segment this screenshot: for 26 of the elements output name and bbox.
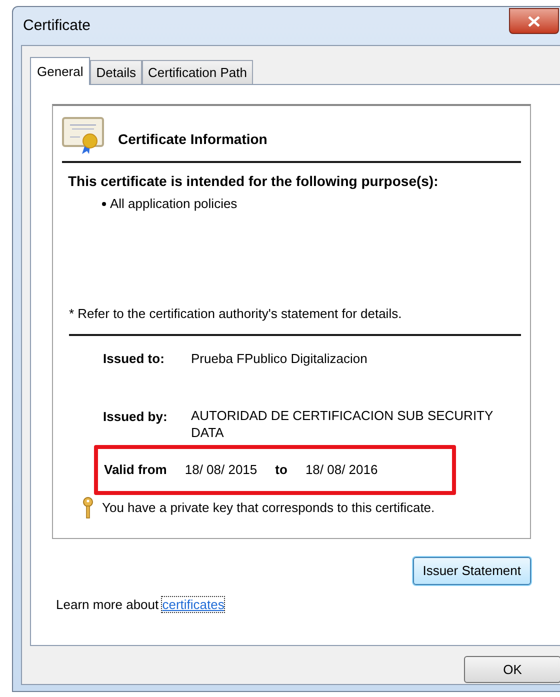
bullet-icon [102, 202, 106, 206]
tab[interactable]: General [30, 57, 90, 85]
valid-to-date: 18/ 08/ 2016 [305, 460, 378, 479]
issued-by-value: AUTORIDAD DE CERTIFICACION SUB SECURITY DATA [191, 406, 494, 440]
valid-from-label: Valid from [104, 460, 167, 479]
tab[interactable]: Details [90, 60, 142, 84]
valid-to-label: to [275, 460, 288, 479]
ok-button[interactable]: OK [464, 656, 560, 683]
learn-more-text: Learn more about certificates [56, 596, 226, 614]
close-icon [528, 16, 540, 26]
purpose-item: All application policies [110, 195, 238, 213]
key-icon [82, 496, 94, 518]
certificate-icon [62, 117, 104, 155]
issued-by-label: Issued by: [103, 408, 168, 426]
purpose-heading: This certificate is intended for the following purpose(s): [68, 172, 440, 191]
info-heading: Certificate Information [118, 130, 268, 148]
issued-to-value: Prueba FPublico Digitalizacion [191, 350, 368, 368]
authority-note: * Refer to the certification authority's statement for details. [69, 304, 521, 336]
private-key-note: You have a private key that corresponds to this certificate. [102, 498, 435, 517]
window-title: Certificate [23, 16, 91, 36]
tab[interactable]: Certification Path [142, 60, 253, 84]
valid-from-date: 18/ 08/ 2015 [184, 460, 258, 479]
certificates-link[interactable]: certificates [162, 597, 224, 612]
issued-to-label: Issued to: [103, 350, 166, 368]
issuer-statement-button[interactable]: Issuer Statement [412, 557, 531, 585]
close-button[interactable] [509, 8, 559, 34]
